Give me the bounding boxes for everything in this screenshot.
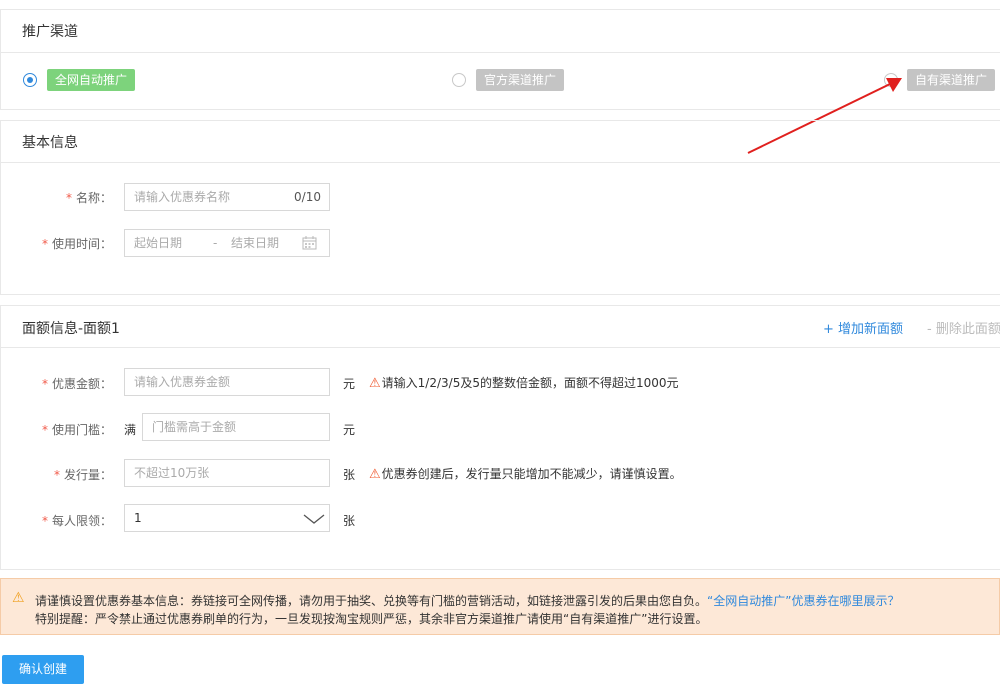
confirm-create-button[interactable]: 确认创建 bbox=[2, 655, 84, 684]
warning-icon: ⚠ bbox=[12, 590, 25, 606]
quantity-input[interactable]: 不超过10万张 bbox=[124, 459, 330, 487]
threshold-input[interactable]: 门槛需高于金额 bbox=[142, 413, 330, 441]
start-date-placeholder: 起始日期 bbox=[134, 236, 183, 250]
divider bbox=[0, 120, 1000, 121]
date-range-input[interactable]: 起始日期 - 结束日期 bbox=[124, 229, 330, 257]
channel-radio-auto[interactable] bbox=[23, 73, 37, 87]
warning-icon: ⚠ bbox=[369, 467, 381, 482]
date-separator: - bbox=[213, 236, 218, 250]
divider bbox=[0, 569, 1000, 570]
char-counter: 0/10 bbox=[294, 190, 321, 204]
notice-help-link[interactable]: “全网自动推广”优惠券在哪里展示？ bbox=[707, 594, 899, 608]
channel-section-title: 推广渠道 bbox=[22, 24, 78, 40]
quantity-label: * 发行量： bbox=[53, 468, 112, 482]
end-date-placeholder: 结束日期 bbox=[231, 236, 280, 250]
notice-line-2: 特别提醒：严令禁止通过优惠券刷单的行为，一旦发现按淘宝规则严惩，其余非官方渠道推… bbox=[35, 612, 708, 626]
divider bbox=[0, 9, 1000, 10]
divider bbox=[0, 9, 1, 110]
time-label: * 使用时间： bbox=[41, 237, 112, 251]
notice-banner: ⚠ 请谨慎设置优惠券基本信息：券链接可全网传播，请勿用于抽奖、兑换等有门槛的营销… bbox=[0, 578, 1000, 635]
threshold-prefix: 满 bbox=[124, 423, 137, 437]
channel-radio-official[interactable] bbox=[452, 73, 466, 87]
divider bbox=[0, 162, 1000, 163]
delete-denomination-link[interactable]: - 删除此面额 bbox=[927, 318, 1000, 337]
amount-label: * 优惠金额： bbox=[41, 377, 112, 391]
divider bbox=[0, 305, 1, 570]
quantity-unit: 张 bbox=[343, 468, 356, 482]
limit-label: * 每人限领： bbox=[41, 514, 112, 528]
threshold-unit: 元 bbox=[343, 423, 356, 437]
basic-section-title: 基本信息 bbox=[22, 135, 78, 151]
divider bbox=[0, 120, 1, 295]
denomination-section-title: 面额信息-面额1 bbox=[22, 321, 120, 337]
add-denomination-link[interactable]: + 增加新面额 bbox=[823, 318, 903, 337]
chevron-down-icon[interactable] bbox=[303, 513, 325, 525]
limit-select[interactable]: 1 bbox=[124, 504, 330, 532]
limit-unit: 张 bbox=[343, 514, 356, 528]
divider bbox=[0, 305, 1000, 306]
red-arrow-annotation bbox=[747, 78, 902, 154]
channel-tag-official[interactable]: 官方渠道推广 bbox=[476, 69, 565, 91]
coupon-name-input[interactable]: 请输入优惠券名称 0/10 bbox=[124, 183, 330, 211]
channel-tag-own[interactable]: 自有渠道推广 bbox=[907, 69, 996, 91]
channel-tag-auto[interactable]: 全网自动推广 bbox=[47, 69, 136, 91]
warning-icon: ⚠ bbox=[369, 376, 381, 391]
divider bbox=[0, 52, 1000, 53]
name-label: * 名称： bbox=[65, 191, 112, 205]
quantity-hint: ⚠优惠券创建后，发行量只能增加不能减少，请谨慎设置。 bbox=[369, 467, 682, 482]
coupon-amount-input[interactable]: 请输入优惠券金额 bbox=[124, 368, 330, 396]
divider bbox=[0, 347, 1000, 348]
calendar-icon[interactable] bbox=[302, 236, 317, 250]
amount-unit: 元 bbox=[343, 377, 356, 391]
notice-line-1: 请谨慎设置优惠券基本信息：券链接可全网传播，请勿用于抽奖、兑换等有门槛的营销活动… bbox=[35, 594, 900, 608]
divider bbox=[0, 294, 1000, 295]
threshold-label: * 使用门槛： bbox=[41, 423, 112, 437]
amount-hint: ⚠请输入1/2/3/5及5的整数倍金额，面额不得超过1000元 bbox=[369, 376, 679, 391]
